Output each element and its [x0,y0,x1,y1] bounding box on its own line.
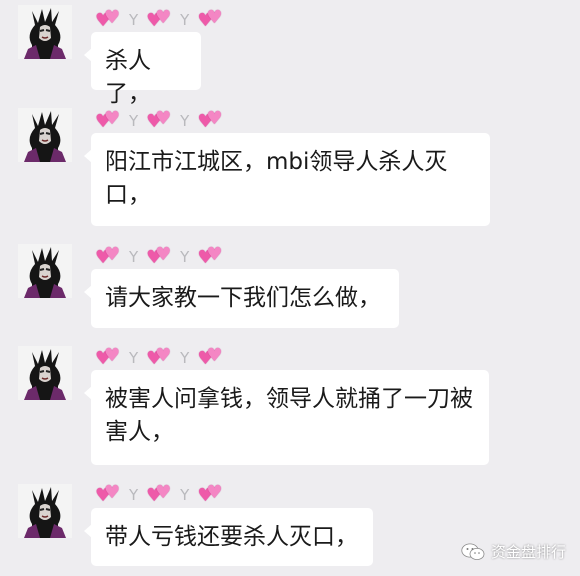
two-hearts-icon: ♥ ♥ [95,482,121,506]
two-hearts-icon: ♥ ♥ [95,345,121,369]
sender-name-letter: Y [180,112,190,130]
two-hearts-icon: ♥ ♥ [146,244,172,268]
message-text: 请大家教一下我们怎么做， [105,285,381,311]
two-hearts-icon: ♥ ♥ [95,7,121,31]
watermark: 资金盘排行 [461,541,566,562]
two-hearts-icon: ♥ ♥ [197,7,223,31]
two-hearts-icon: ♥ ♥ [146,108,172,132]
avatar[interactable] [18,244,72,298]
message-bubble[interactable]: 杀人了， [84,32,201,107]
avatar[interactable] [18,108,72,162]
two-hearts-icon: ♥ ♥ [197,244,223,268]
sender-name-letter: Y [180,349,190,367]
message-bubble[interactable]: 被害人问拿钱，领导人就捅了一刀被害人， [84,370,489,465]
avatar-image [18,244,72,298]
sender-name-letter: Y [129,112,139,130]
wechat-icon [461,543,485,560]
sender-name-letter: Y [180,11,190,29]
avatar[interactable] [18,346,72,400]
sender-name-letter: Y [129,486,139,504]
chat-area: ♥ ♥ Y ♥ ♥ Y ♥ ♥ 杀人了， ♥ ♥ Y ♥ ♥ Y ♥ ♥ 阳江市… [0,0,580,576]
message-text: 杀人了， [105,48,151,107]
message-text: 被害人问拿钱，领导人就捅了一刀被害人， [105,386,473,445]
message-text: 带人亏钱还要杀人灭口， [105,524,358,550]
message-bubble[interactable]: 带人亏钱还要杀人灭口， [84,508,373,566]
avatar-image [18,346,72,400]
sender-name-letter: Y [180,486,190,504]
sender-name: ♥ ♥ Y ♥ ♥ Y ♥ ♥ [95,109,223,133]
sender-name-letter: Y [180,248,190,266]
sender-name: ♥ ♥ Y ♥ ♥ Y ♥ ♥ [95,8,223,32]
sender-name: ♥ ♥ Y ♥ ♥ Y ♥ ♥ [95,483,223,507]
two-hearts-icon: ♥ ♥ [197,108,223,132]
two-hearts-icon: ♥ ♥ [197,345,223,369]
message-bubble[interactable]: 阳江市江城区，mbi领导人杀人灭口， [84,133,490,226]
sender-name-letter: Y [129,349,139,367]
avatar-image [18,108,72,162]
message-text: 阳江市江城区，mbi领导人杀人灭口， [105,149,448,208]
two-hearts-icon: ♥ ♥ [95,108,121,132]
avatar-image [18,5,72,59]
sender-name-letter: Y [129,11,139,29]
avatar[interactable] [18,484,72,538]
two-hearts-icon: ♥ ♥ [146,345,172,369]
avatar[interactable] [18,5,72,59]
message-bubble[interactable]: 请大家教一下我们怎么做， [84,269,399,328]
two-hearts-icon: ♥ ♥ [197,482,223,506]
two-hearts-icon: ♥ ♥ [146,7,172,31]
watermark-text: 资金盘排行 [490,543,566,561]
avatar-image [18,484,72,538]
sender-name: ♥ ♥ Y ♥ ♥ Y ♥ ♥ [95,346,223,370]
two-hearts-icon: ♥ ♥ [95,244,121,268]
two-hearts-icon: ♥ ♥ [146,482,172,506]
sender-name: ♥ ♥ Y ♥ ♥ Y ♥ ♥ [95,245,223,269]
sender-name-letter: Y [129,248,139,266]
